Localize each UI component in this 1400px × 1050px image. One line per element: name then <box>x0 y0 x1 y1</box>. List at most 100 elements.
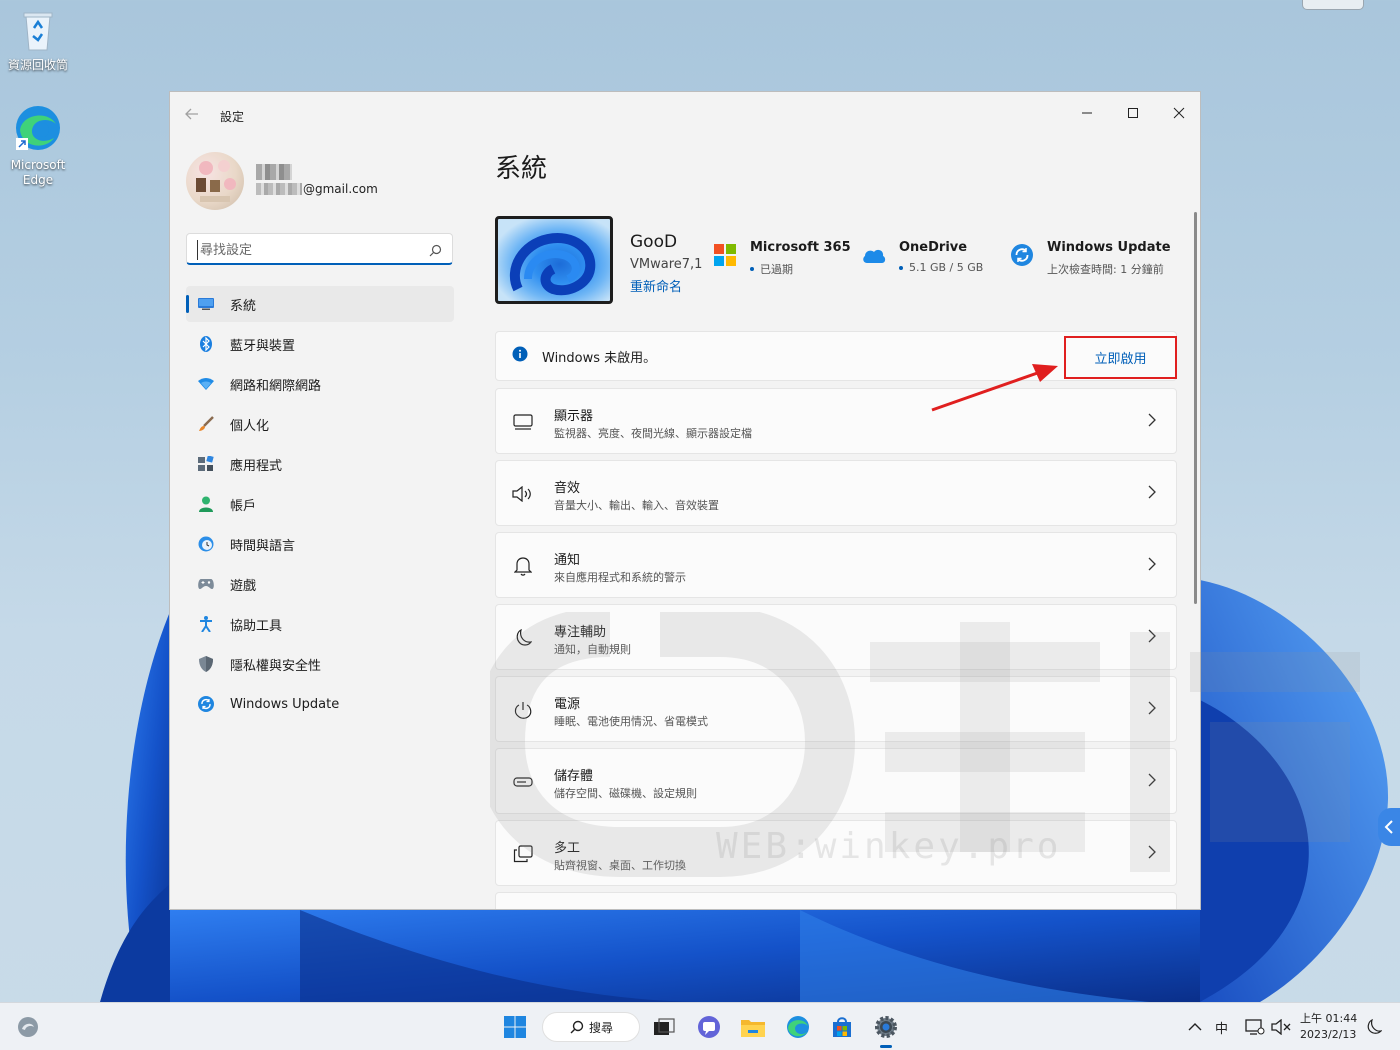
settings-window: 設定 @gmail.com 系統 <box>169 91 1201 910</box>
display-icon <box>512 411 534 433</box>
activation-status-text: Windows 未啟用。 <box>542 350 657 366</box>
wifi-icon <box>198 376 214 392</box>
file-explorer-icon[interactable] <box>739 1013 767 1041</box>
power-icon <box>512 699 534 721</box>
red-annotation-arrow-icon <box>928 360 1062 420</box>
sidebar-item-label: 應用程式 <box>230 458 283 474</box>
rename-link[interactable]: 重新命名 <box>630 276 682 295</box>
setting-subtitle: 來自應用程式和系統的警示 <box>554 571 686 584</box>
scrollbar[interactable] <box>1194 212 1197 604</box>
top-edge-handle[interactable] <box>1302 0 1364 10</box>
sidebar-item-apps[interactable]: 應用程式 <box>186 446 454 482</box>
setting-subtitle: 儲存空間、磁碟機、設定規則 <box>554 787 697 800</box>
title-bar: 設定 <box>170 92 1200 138</box>
sidebar-item-windows-update[interactable]: Windows Update <box>186 686 454 722</box>
bell-icon <box>512 555 534 577</box>
activate-now-button[interactable]: 立即啟用 <box>1064 336 1177 379</box>
chevron-up-icon[interactable] <box>1181 1013 1209 1041</box>
setting-title: 儲存體 <box>554 769 594 784</box>
taskbar: 搜尋 中 上午 01:44 2023/2/13 <box>0 1002 1400 1050</box>
side-panel-handle[interactable] <box>1378 808 1400 846</box>
taskbar-search-button[interactable]: 搜尋 <box>542 1012 640 1042</box>
taskbar-clock[interactable]: 上午 01:44 2023/2/13 <box>1300 1011 1357 1043</box>
settings-search[interactable] <box>186 233 453 265</box>
windows-update-card[interactable]: Windows Update 上次檢查時間: 1 分鐘前 <box>1009 240 1171 277</box>
microsoft-store-icon[interactable] <box>828 1013 856 1041</box>
task-view-icon[interactable] <box>650 1013 678 1041</box>
microsoft-365-card[interactable]: Microsoft 365 已過期 <box>712 240 851 277</box>
globe-clock-icon <box>198 536 214 552</box>
info-icon <box>512 346 528 366</box>
device-wallpaper-thumbnail <box>495 216 613 304</box>
taskbar-search-label: 搜尋 <box>589 1020 614 1035</box>
setting-row-storage[interactable]: 儲存體 儲存空間、磁碟機、設定規則 <box>495 748 1177 814</box>
search-icon <box>570 1020 584 1037</box>
setting-subtitle: 通知，自動規則 <box>554 643 631 656</box>
chevron-right-icon <box>1148 412 1156 431</box>
avatar[interactable] <box>186 152 244 210</box>
edge-desktop-icon[interactable]: Microsoft Edge <box>0 104 76 188</box>
edge-label: Microsoft Edge <box>10 158 66 187</box>
sidebar-item-gaming[interactable]: 遊戲 <box>186 566 454 602</box>
sidebar-item-label: 藍牙與裝置 <box>230 338 296 354</box>
onedrive-card[interactable]: OneDrive 5.1 GB / 5 GB <box>861 240 983 274</box>
chevron-right-icon <box>1148 700 1156 719</box>
sidebar-item-system[interactable]: 系統 <box>186 286 454 322</box>
recycle-bin-desktop-icon[interactable]: 資源回收筒 <box>0 8 76 73</box>
setting-row-display[interactable]: 顯示器 監視器、亮度、夜間光線、顯示器設定檔 <box>495 388 1177 454</box>
chevron-right-icon <box>1148 628 1156 647</box>
notification-moon-icon[interactable] <box>1360 1013 1388 1041</box>
sidebar-item-network[interactable]: 網路和網際網路 <box>186 366 454 402</box>
widgets-icon[interactable] <box>14 1013 42 1041</box>
info-card-subtitle: 已過期 <box>760 263 793 276</box>
sidebar-item-privacy[interactable]: 隱私權與安全性 <box>186 646 454 682</box>
sidebar-item-accounts[interactable]: 帳戶 <box>186 486 454 522</box>
setting-title: 音效 <box>554 481 581 496</box>
gamepad-icon <box>198 576 214 592</box>
sidebar-item-label: 個人化 <box>230 418 270 434</box>
sidebar-item-label: 協助工具 <box>230 618 283 634</box>
setting-title: 通知 <box>554 553 581 568</box>
setting-row-power[interactable]: 電源 睡眠、電池使用情況、省電模式 <box>495 676 1177 742</box>
chevron-right-icon <box>1148 556 1156 575</box>
info-card-subtitle: 上次檢查時間: 1 分鐘前 <box>1047 263 1164 276</box>
sidebar-item-label: 隱私權與安全性 <box>230 658 322 674</box>
edge-browser-icon[interactable] <box>784 1013 812 1041</box>
setting-row-focus-assist[interactable]: 專注輔助 通知，自動規則 <box>495 604 1177 670</box>
setting-title: 專注輔助 <box>554 625 607 640</box>
search-input[interactable] <box>197 240 417 260</box>
settings-gear-icon[interactable] <box>872 1013 900 1041</box>
recycle-bin-label: 資源回收筒 <box>7 58 68 72</box>
sidebar-item-personalization[interactable]: 個人化 <box>186 406 454 442</box>
network-monitor-icon[interactable] <box>1241 1013 1269 1041</box>
sidebar-item-label: Windows Update <box>230 696 340 712</box>
onedrive-cloud-icon <box>861 242 887 268</box>
start-button[interactable] <box>501 1013 529 1041</box>
search-icon[interactable] <box>429 242 442 261</box>
apps-icon <box>198 456 214 472</box>
setting-row-notifications[interactable]: 通知 來自應用程式和系統的警示 <box>495 532 1177 598</box>
accessibility-icon <box>198 616 214 632</box>
device-name: GooD <box>630 232 678 252</box>
minimize-button[interactable] <box>1064 98 1110 128</box>
sidebar-item-label: 時間與語言 <box>230 538 296 554</box>
microsoft-logo-icon <box>712 242 738 268</box>
chevron-right-icon <box>1148 484 1156 503</box>
sidebar-item-accessibility[interactable]: 協助工具 <box>186 606 454 642</box>
window-title: 設定 <box>220 110 245 124</box>
active-app-indicator <box>880 1045 892 1048</box>
device-model: VMware7,1 <box>630 257 703 272</box>
sidebar-item-time-language[interactable]: 時間與語言 <box>186 526 454 562</box>
profile-email: @gmail.com <box>256 182 378 196</box>
sidebar-item-bluetooth[interactable]: 藍牙與裝置 <box>186 326 454 362</box>
setting-row-sound[interactable]: 音效 音量大小、輸出、輸入、音效裝置 <box>495 460 1177 526</box>
ime-indicator[interactable]: 中 <box>1215 1018 1228 1037</box>
volume-muted-icon[interactable] <box>1267 1013 1295 1041</box>
back-arrow-icon[interactable] <box>184 106 204 126</box>
chevron-right-icon <box>1148 772 1156 791</box>
teams-chat-icon[interactable] <box>695 1013 723 1041</box>
maximize-button[interactable] <box>1110 98 1156 128</box>
edge-icon <box>0 104 76 156</box>
close-button[interactable] <box>1156 98 1200 128</box>
setting-row-partial[interactable] <box>495 892 1177 909</box>
